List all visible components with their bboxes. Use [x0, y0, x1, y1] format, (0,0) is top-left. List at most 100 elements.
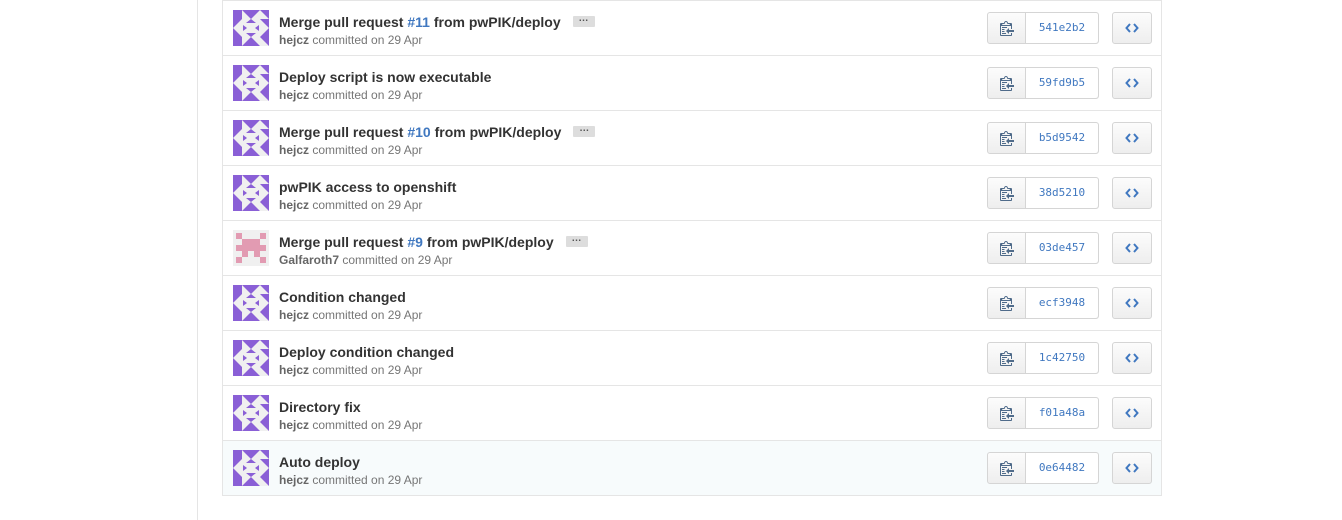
commit-message[interactable]: Merge pull request	[279, 14, 407, 30]
commit-title[interactable]: Deploy condition changed	[279, 343, 454, 361]
commit-message[interactable]: pwPIK access to openshift	[279, 179, 456, 195]
copy-sha-button[interactable]	[988, 233, 1026, 263]
commit-message[interactable]: Condition changed	[279, 289, 406, 305]
copy-sha-button[interactable]	[988, 398, 1026, 428]
commit-sha-link[interactable]: ecf3948	[1026, 288, 1098, 318]
commit-meta: Galfaroth7 committed on 29 Apr	[279, 252, 452, 268]
commit-message[interactable]: Auto deploy	[279, 454, 360, 470]
clippy-icon	[999, 131, 1014, 146]
commit-title[interactable]: Auto deploy	[279, 453, 360, 471]
commit-meta: hejcz committed on 29 Apr	[279, 362, 422, 378]
author-name[interactable]: hejcz	[279, 88, 309, 102]
commit-meta: hejcz committed on 29 Apr	[279, 417, 422, 433]
copy-sha-button[interactable]	[988, 68, 1026, 98]
avatar[interactable]	[233, 340, 269, 376]
commit-row: Condition changed hejcz committed on 29 …	[223, 275, 1161, 330]
clippy-icon	[999, 296, 1014, 311]
commit-message[interactable]: Deploy condition changed	[279, 344, 454, 360]
avatar[interactable]	[233, 285, 269, 321]
commit-list: Merge pull request #11 from pwPIK/deploy…	[222, 0, 1162, 496]
ellipsis-icon[interactable]: …	[572, 14, 595, 28]
code-icon	[1125, 243, 1139, 253]
commit-message[interactable]: Merge pull request	[279, 234, 407, 250]
browse-code-button[interactable]	[1112, 122, 1152, 154]
browse-code-button[interactable]	[1112, 397, 1152, 429]
commit-title[interactable]: Condition changed	[279, 288, 406, 306]
sha-button-group: 03de457	[987, 232, 1099, 264]
commit-message-rest[interactable]: from pwPIK/deploy	[423, 234, 554, 250]
commit-date: committed on 29 Apr	[309, 88, 423, 102]
commit-row: Merge pull request #9 from pwPIK/deploy …	[223, 220, 1161, 275]
identicon-icon	[233, 340, 269, 376]
copy-sha-button[interactable]	[988, 343, 1026, 373]
commit-sha-link[interactable]: 59fd9b5	[1026, 68, 1098, 98]
commit-sha-link[interactable]: 03de457	[1026, 233, 1098, 263]
browse-code-button[interactable]	[1112, 452, 1152, 484]
browse-code-button[interactable]	[1112, 67, 1152, 99]
ellipsis-icon[interactable]: …	[565, 234, 588, 248]
clippy-icon	[999, 186, 1014, 201]
author-name[interactable]: hejcz	[279, 33, 309, 47]
browse-code-button[interactable]	[1112, 232, 1152, 264]
commit-message-rest[interactable]: from pwPIK/deploy	[430, 14, 561, 30]
commit-row: Deploy script is now executable hejcz co…	[223, 55, 1161, 110]
author-name[interactable]: Galfaroth7	[279, 253, 339, 267]
browse-code-button[interactable]	[1112, 342, 1152, 374]
author-name[interactable]: hejcz	[279, 198, 309, 212]
copy-sha-button[interactable]	[988, 178, 1026, 208]
commit-message[interactable]: Merge pull request	[279, 124, 407, 140]
clippy-icon	[999, 21, 1014, 36]
pull-request-link[interactable]: #11	[407, 14, 430, 30]
browse-code-button[interactable]	[1112, 12, 1152, 44]
copy-sha-button[interactable]	[988, 13, 1026, 43]
avatar[interactable]	[233, 230, 269, 266]
commit-title[interactable]: Merge pull request #11 from pwPIK/deploy…	[279, 13, 595, 31]
sha-button-group: 541e2b2	[987, 12, 1099, 44]
author-name[interactable]: hejcz	[279, 308, 309, 322]
copy-sha-button[interactable]	[988, 123, 1026, 153]
commit-message[interactable]: Directory fix	[279, 399, 361, 415]
browse-code-button[interactable]	[1112, 177, 1152, 209]
commit-title[interactable]: Merge pull request #10 from pwPIK/deploy…	[279, 123, 596, 141]
identicon-icon	[233, 10, 269, 46]
commit-message-rest[interactable]: from pwPIK/deploy	[431, 124, 562, 140]
code-icon	[1125, 298, 1139, 308]
ellipsis-icon[interactable]: …	[573, 124, 596, 138]
author-name[interactable]: hejcz	[279, 473, 309, 487]
code-icon	[1125, 463, 1139, 473]
commit-title[interactable]: Deploy script is now executable	[279, 68, 491, 86]
clippy-icon	[999, 241, 1014, 256]
pull-request-link[interactable]: #10	[407, 124, 430, 140]
copy-sha-button[interactable]	[988, 288, 1026, 318]
commit-title[interactable]: pwPIK access to openshift	[279, 178, 456, 196]
commit-sha-link[interactable]: b5d9542	[1026, 123, 1098, 153]
commit-title[interactable]: Directory fix	[279, 398, 361, 416]
commit-date: committed on 29 Apr	[309, 418, 423, 432]
commit-sha-link[interactable]: f01a48a	[1026, 398, 1098, 428]
commit-sha-link[interactable]: 0e64482	[1026, 453, 1098, 483]
commit-title[interactable]: Merge pull request #9 from pwPIK/deploy …	[279, 233, 588, 251]
avatar[interactable]	[233, 395, 269, 431]
commit-row: Directory fix hejcz committed on 29 Apr …	[223, 385, 1161, 440]
commit-sha-link[interactable]: 38d5210	[1026, 178, 1098, 208]
avatar[interactable]	[233, 175, 269, 211]
author-name[interactable]: hejcz	[279, 418, 309, 432]
avatar[interactable]	[233, 10, 269, 46]
browse-code-button[interactable]	[1112, 287, 1152, 319]
code-icon	[1125, 408, 1139, 418]
commit-message[interactable]: Deploy script is now executable	[279, 69, 491, 85]
avatar[interactable]	[233, 120, 269, 156]
avatar[interactable]	[233, 450, 269, 486]
identicon-icon	[233, 120, 269, 156]
commit-sha-link[interactable]: 1c42750	[1026, 343, 1098, 373]
avatar[interactable]	[233, 65, 269, 101]
commit-sha-link[interactable]: 541e2b2	[1026, 13, 1098, 43]
sha-button-group: 59fd9b5	[987, 67, 1099, 99]
identicon-icon	[233, 65, 269, 101]
code-icon	[1125, 188, 1139, 198]
commit-row: Auto deploy hejcz committed on 29 Apr 0e…	[223, 440, 1161, 495]
author-name[interactable]: hejcz	[279, 143, 309, 157]
author-name[interactable]: hejcz	[279, 363, 309, 377]
pull-request-link[interactable]: #9	[407, 234, 423, 250]
copy-sha-button[interactable]	[988, 453, 1026, 483]
